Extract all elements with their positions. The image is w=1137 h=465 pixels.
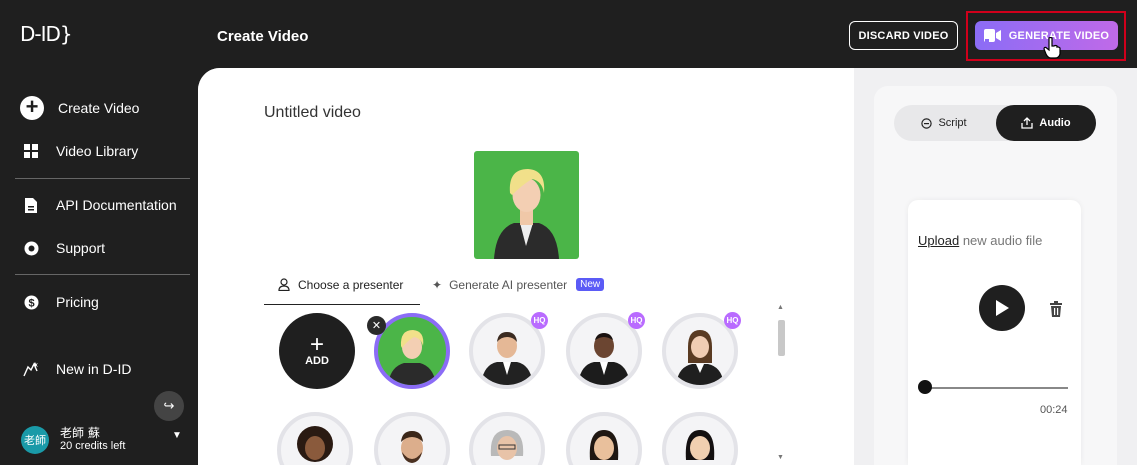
- presenter-face-icon: [401, 431, 423, 463]
- user-name[interactable]: 老師 蘇: [60, 424, 100, 441]
- script-label: Script: [938, 117, 967, 129]
- presenter-face-icon: [578, 333, 630, 385]
- tab-choose-presenter[interactable]: Choose a presenter: [264, 278, 420, 305]
- script-audio-toggle: Script Audio: [894, 105, 1096, 141]
- sidebar-item-label: Support: [56, 240, 106, 256]
- hq-badge: HQ: [724, 312, 741, 329]
- chat-bubble-icon: [921, 117, 933, 129]
- sidebar-divider: [15, 178, 190, 179]
- tab-label: Choose a presenter: [298, 278, 404, 292]
- upload-rest-text: new audio file: [959, 233, 1043, 248]
- presenter-option[interactable]: [374, 412, 450, 465]
- presenter-face-icon: [685, 430, 715, 460]
- presenter-option[interactable]: [566, 412, 642, 465]
- sidebar-item-create-video[interactable]: + Create Video: [20, 96, 139, 120]
- tab-generate-ai-presenter[interactable]: ✦ Generate AI presenter New: [432, 278, 605, 292]
- sidebar-item-new-in-d-id[interactable]: New in D-ID: [20, 358, 131, 380]
- avatar[interactable]: 老師: [21, 426, 49, 454]
- sidebar: + Create Video Video Library API Documen…: [0, 68, 198, 465]
- play-button[interactable]: [979, 285, 1025, 331]
- sidebar-item-pricing[interactable]: $ Pricing: [20, 291, 99, 313]
- sidebar-item-support[interactable]: Support: [20, 237, 105, 259]
- audio-progress-track[interactable]: [920, 387, 1068, 389]
- redirect-arrow-icon: ↪: [163, 398, 175, 413]
- script-toggle-button[interactable]: Script: [894, 105, 994, 141]
- sparkle-hand-icon: [20, 358, 42, 380]
- d-id-logo[interactable]: D-ID}: [20, 22, 73, 46]
- credits-left: 20 credits left: [60, 440, 126, 452]
- scroll-up-arrow-icon[interactable]: ▲: [777, 304, 784, 311]
- collapse-sidebar-button[interactable]: ↪: [154, 391, 184, 421]
- trash-icon[interactable]: [1049, 301, 1063, 317]
- discard-video-button[interactable]: DISCARD VIDEO: [849, 21, 958, 50]
- sidebar-item-label: API Documentation: [56, 197, 177, 213]
- hq-badge: HQ: [531, 312, 548, 329]
- document-icon: [20, 194, 42, 216]
- plus-circle-icon: +: [20, 96, 44, 120]
- sidebar-item-label: Pricing: [56, 294, 99, 310]
- presenter-face-icon: [676, 330, 724, 385]
- editor-panel: Untitled video Choose a presenter ✦ Gene…: [198, 68, 854, 465]
- top-bar: D-ID} Create Video DISCARD VIDEO GENERAT…: [0, 0, 1137, 68]
- presenter-figure-icon: [494, 169, 559, 259]
- play-icon: [996, 300, 1009, 316]
- presenter-grid: + ADD ✕ HQ HQ HQ: [264, 308, 784, 465]
- audio-toggle-button[interactable]: Audio: [996, 105, 1096, 141]
- hq-badge: HQ: [628, 312, 645, 329]
- tab-label: Generate AI presenter: [449, 278, 568, 292]
- sidebar-item-api-documentation[interactable]: API Documentation: [20, 194, 177, 216]
- presenter-option[interactable]: [469, 412, 545, 465]
- sidebar-item-label: New in D-ID: [56, 361, 132, 377]
- sidebar-item-label: Video Library: [56, 143, 139, 159]
- scroll-down-arrow-icon[interactable]: ▼: [777, 454, 784, 461]
- sidebar-divider: [15, 274, 190, 275]
- dollar-icon: $: [20, 291, 42, 313]
- presenter-face-icon: [297, 426, 333, 462]
- lifebuoy-icon: [20, 237, 42, 259]
- scrollbar-thumb[interactable]: [778, 320, 785, 356]
- add-presenter-button[interactable]: + ADD: [279, 313, 355, 389]
- sidebar-item-label: Create Video: [58, 100, 140, 116]
- person-icon: [278, 278, 290, 291]
- audio-label: Audio: [1039, 117, 1071, 129]
- presenter-face-icon: [388, 330, 436, 385]
- upload-audio-text: Upload new audio file: [918, 233, 1042, 248]
- upload-link[interactable]: Upload: [918, 233, 959, 248]
- audio-progress-knob[interactable]: [918, 380, 932, 394]
- plus-icon: +: [309, 331, 324, 358]
- grid-icon: [20, 140, 42, 162]
- chevron-down-icon[interactable]: ▼: [172, 430, 182, 441]
- presenter-option[interactable]: [277, 412, 353, 465]
- audio-duration: 00:24: [1040, 404, 1068, 416]
- main-area: Untitled video Choose a presenter ✦ Gene…: [198, 68, 1137, 465]
- page-title: Create Video: [217, 28, 309, 45]
- close-icon[interactable]: ✕: [367, 316, 386, 335]
- upload-icon: [1021, 117, 1034, 129]
- svg-text:$: $: [28, 297, 34, 309]
- video-camera-icon: [983, 29, 1001, 42]
- presenter-face-icon: [589, 430, 619, 460]
- presenter-option[interactable]: [662, 412, 738, 465]
- presenter-face-icon: [481, 332, 533, 385]
- sidebar-item-video-library[interactable]: Video Library: [20, 140, 138, 162]
- app-window: D-ID} Create Video DISCARD VIDEO GENERAT…: [0, 0, 1137, 465]
- sparkle-icon: ✦: [432, 278, 443, 292]
- add-label: ADD: [305, 355, 329, 367]
- audio-settings-panel: Script Audio Upload new audio file 00:24: [874, 86, 1117, 465]
- hand-cursor-icon: [1043, 37, 1061, 59]
- new-badge: New: [576, 278, 605, 291]
- video-title-input[interactable]: Untitled video: [264, 104, 361, 122]
- presenter-preview: [474, 151, 579, 259]
- presenter-scrollbar[interactable]: ▲ ▼: [776, 304, 786, 465]
- audio-upload-box: Upload new audio file 00:24: [908, 200, 1081, 465]
- presenter-face-icon: [490, 430, 524, 460]
